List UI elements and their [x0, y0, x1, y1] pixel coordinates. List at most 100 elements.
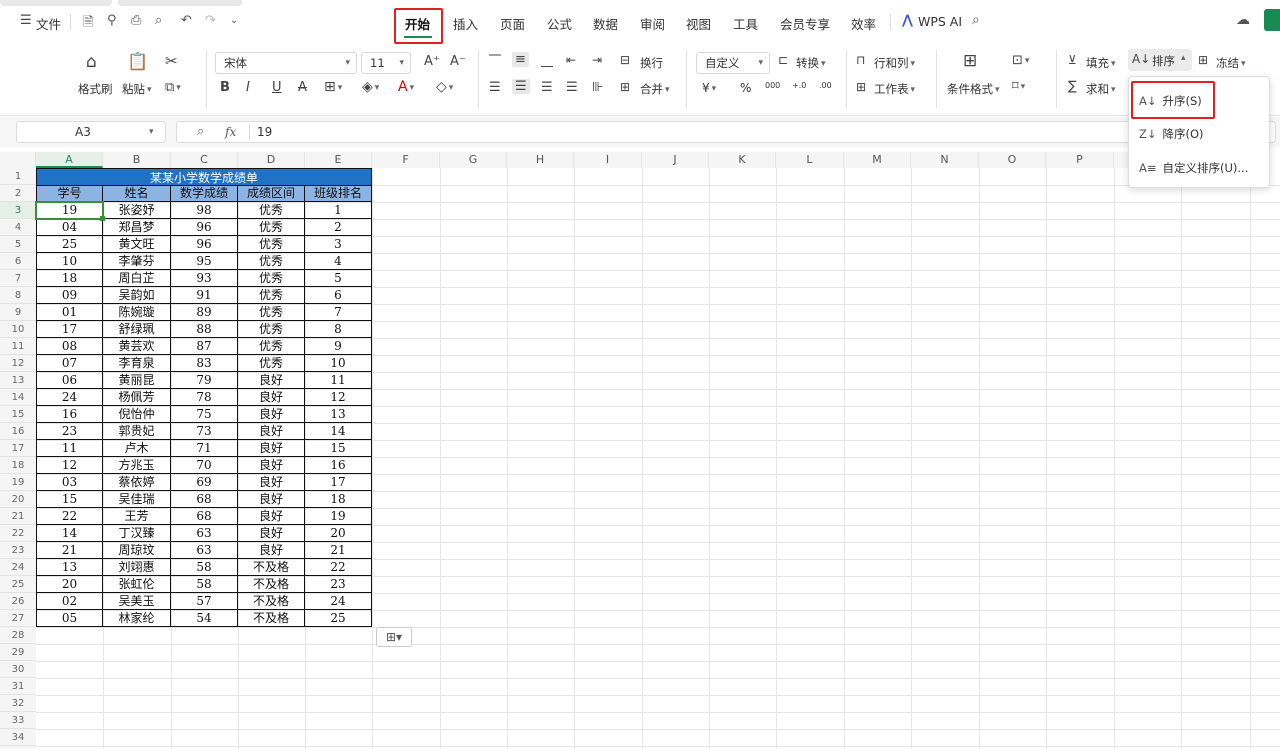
table-cell[interactable]: 蔡依婷: [103, 474, 171, 491]
bold-button[interactable]: B: [220, 80, 230, 95]
rows-cols-button[interactable]: 行和列 ▾: [874, 55, 915, 71]
table-cell[interactable]: 04: [36, 219, 103, 236]
table-style-icon[interactable]: ⌑ ▾: [1012, 79, 1025, 94]
row-header[interactable]: 9: [0, 304, 36, 321]
table-cell[interactable]: 陈婉璇: [103, 304, 171, 321]
worksheet-button[interactable]: 工作表 ▾: [874, 81, 915, 97]
sum-icon[interactable]: ∑: [1068, 79, 1077, 94]
table-cell[interactable]: 07: [36, 355, 103, 372]
table-cell[interactable]: 96: [171, 219, 238, 236]
copy-icon[interactable]: ⧉ ▾: [165, 80, 181, 95]
table-cell[interactable]: 14: [36, 525, 103, 542]
table-cell[interactable]: 不及格: [238, 559, 305, 576]
table-cell[interactable]: 02: [36, 593, 103, 610]
table-cell[interactable]: 优秀: [238, 321, 305, 338]
table-cell[interactable]: 22: [305, 559, 372, 576]
table-cell[interactable]: 78: [171, 389, 238, 406]
decrease-decimal-button[interactable]: .00: [819, 81, 832, 90]
table-cell[interactable]: 12: [36, 457, 103, 474]
table-cell[interactable]: 优秀: [238, 202, 305, 219]
undo-icon[interactable]: ↶: [181, 13, 192, 28]
table-cell[interactable]: 10: [36, 253, 103, 270]
row-header[interactable]: 30: [0, 661, 36, 678]
align-bottom-icon[interactable]: ⎽: [541, 53, 553, 68]
table-cell[interactable]: 68: [171, 491, 238, 508]
table-cell[interactable]: 25: [305, 610, 372, 627]
table-cell[interactable]: 不及格: [238, 593, 305, 610]
freeze-button[interactable]: 冻结 ▾: [1216, 55, 1246, 71]
table-cell[interactable]: 21: [305, 542, 372, 559]
spreadsheet-grid[interactable]: ABCDEFGHIJKLMNOP 1 2 3 4 5 6 7 8 9 10 11 12 13 14 15 16…: [0, 148, 1280, 749]
wps-ai-icon[interactable]: ⋀: [902, 13, 913, 28]
decrease-font-icon[interactable]: A⁻: [450, 54, 466, 69]
hamburger-menu-icon[interactable]: ☰: [20, 13, 32, 28]
table-cell[interactable]: 09: [36, 287, 103, 304]
table-cell[interactable]: 吴韵如: [103, 287, 171, 304]
row-header[interactable]: 13: [0, 372, 36, 389]
table-cell[interactable]: 吴美玉: [103, 593, 171, 610]
justify-icon[interactable]: ☰: [566, 80, 578, 95]
table-cell[interactable]: 20: [36, 576, 103, 593]
column-header[interactable]: I: [574, 152, 642, 168]
percent-button[interactable]: %: [740, 81, 751, 95]
row-header[interactable]: 29: [0, 644, 36, 661]
print-preview-icon[interactable]: ⌕: [155, 13, 162, 28]
redo-icon[interactable]: ↷: [205, 13, 216, 28]
table-cell[interactable]: 林家纶: [103, 610, 171, 627]
strikethrough-button[interactable]: A: [298, 80, 307, 95]
table-cell[interactable]: 张姿妤: [103, 202, 171, 219]
row-header[interactable]: 31: [0, 678, 36, 695]
column-header[interactable]: J: [642, 152, 709, 168]
table-cell[interactable]: 优秀: [238, 253, 305, 270]
column-header[interactable]: E: [305, 152, 372, 168]
table-cell[interactable]: 良好: [238, 491, 305, 508]
row-header[interactable]: 22: [0, 525, 36, 542]
merge-icon[interactable]: ⊞: [620, 80, 630, 94]
table-cell[interactable]: 03: [36, 474, 103, 491]
table-cell[interactable]: 24: [36, 389, 103, 406]
align-middle-icon[interactable]: ≡: [512, 52, 529, 67]
row-header[interactable]: 4: [0, 219, 36, 236]
table-cell[interactable]: 11: [36, 440, 103, 457]
table-cell[interactable]: 方兆玉: [103, 457, 171, 474]
wrap-text-button[interactable]: 换行: [640, 55, 663, 71]
tab-efficiency[interactable]: 效率: [851, 14, 876, 33]
table-cell[interactable]: 18: [36, 270, 103, 287]
format-painter-button[interactable]: 格式刷: [78, 81, 113, 97]
fill-color-icon[interactable]: ◈ ▾: [362, 79, 379, 95]
table-cell[interactable]: 8: [305, 321, 372, 338]
table-cell[interactable]: 张虹伦: [103, 576, 171, 593]
table-cell[interactable]: 良好: [238, 389, 305, 406]
table-cell[interactable]: 周白芷: [103, 270, 171, 287]
column-header[interactable]: C: [171, 152, 238, 168]
table-cell[interactable]: 96: [171, 236, 238, 253]
row-header[interactable]: 3: [0, 202, 36, 219]
table-cell[interactable]: 黄文旺: [103, 236, 171, 253]
row-header[interactable]: 2: [0, 185, 36, 202]
row-header[interactable]: 17: [0, 440, 36, 457]
table-cell[interactable]: 优秀: [238, 355, 305, 372]
table-cell[interactable]: 丁汉臻: [103, 525, 171, 542]
table-header-cell[interactable]: 数学成绩: [171, 185, 238, 202]
save-icon[interactable]: 🗎: [83, 13, 93, 35]
table-cell[interactable]: 58: [171, 576, 238, 593]
table-cell[interactable]: 2: [305, 219, 372, 236]
print-icon[interactable]: ⎙: [131, 13, 141, 28]
fx-icon[interactable]: fx: [225, 125, 236, 139]
column-header[interactable]: P: [1046, 152, 1114, 168]
table-cell[interactable]: 25: [36, 236, 103, 253]
column-header[interactable]: L: [776, 152, 844, 168]
formula-input[interactable]: ⌕ fx 19: [176, 121, 1276, 143]
column-header[interactable]: B: [103, 152, 171, 168]
table-cell[interactable]: 13: [36, 559, 103, 576]
table-cell[interactable]: 06: [36, 372, 103, 389]
sort-descending-item[interactable]: Z↓ 降序(O): [1139, 126, 1204, 142]
cut-icon[interactable]: ✂: [165, 52, 178, 70]
table-cell[interactable]: 05: [36, 610, 103, 627]
table-cell[interactable]: 郑昌梦: [103, 219, 171, 236]
row-header[interactable]: 24: [0, 559, 36, 576]
fill-handle[interactable]: [100, 216, 105, 221]
table-cell[interactable]: 6: [305, 287, 372, 304]
table-cell[interactable]: 9: [305, 338, 372, 355]
merge-button[interactable]: 合并 ▾: [640, 81, 670, 97]
